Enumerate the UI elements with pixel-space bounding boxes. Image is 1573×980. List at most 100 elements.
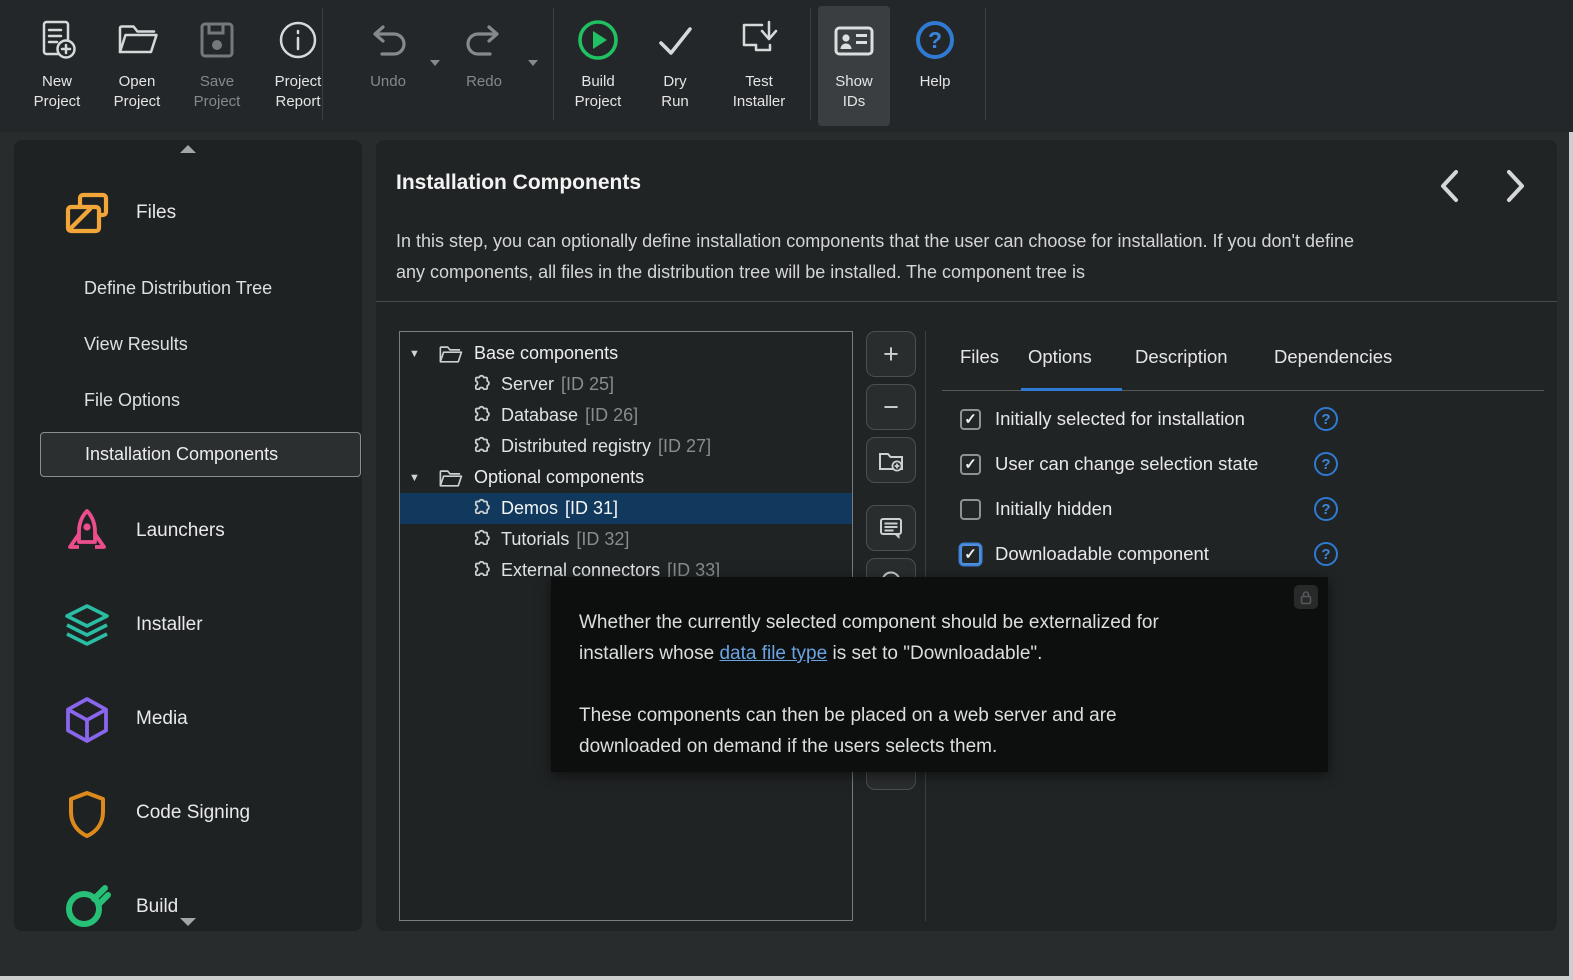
tree-item-label: Database <box>501 405 578 426</box>
downloadable-component-checkbox[interactable]: ✓ <box>960 544 981 565</box>
tree-item-label: Optional components <box>474 467 644 488</box>
comment-icon <box>877 515 905 541</box>
new-project-button[interactable]: New Project <box>19 6 95 126</box>
save-floppy-icon <box>195 12 239 68</box>
save-project-button[interactable]: Save Project <box>179 6 255 126</box>
help-question-icon[interactable]: ? <box>1314 452 1338 476</box>
step-description: In this step, you can optionally define … <box>396 226 1371 288</box>
redo-button[interactable]: Redo <box>446 6 522 126</box>
data-file-type-link[interactable]: data file type <box>719 643 827 664</box>
sidebar-item-file-options[interactable]: File Options <box>84 390 180 411</box>
show-ids-toggle-button[interactable]: Show IDs <box>818 6 890 126</box>
help-icon: ? <box>916 21 954 59</box>
test-installer-label: Test Installer <box>733 72 786 112</box>
sidebar-media-label: Media <box>136 708 188 730</box>
navigation-sidebar: Files Define Distribution Tree View Resu… <box>14 140 362 931</box>
undo-dropdown-arrow[interactable] <box>430 60 440 66</box>
initially-hidden-checkbox[interactable] <box>960 499 981 520</box>
new-project-label: New Project <box>34 72 81 112</box>
comment-button[interactable] <box>866 505 916 551</box>
sidebar-scroll-down-icon[interactable] <box>180 918 196 926</box>
help-question-icon[interactable]: ? <box>1314 497 1338 521</box>
new-project-icon <box>35 12 79 68</box>
tree-folder-optional-components[interactable]: ▼ Optional components <box>400 462 852 493</box>
puzzle-icon <box>468 497 492 521</box>
tree-component-tutorials[interactable]: Tutorials [ID 32] <box>400 524 852 555</box>
checkmark-icon <box>652 12 698 68</box>
shield-icon <box>61 788 113 840</box>
sidebar-scroll-up-icon[interactable] <box>180 145 196 153</box>
tooltip-line3: These components can then be placed on a… <box>579 700 1304 731</box>
help-label: Help <box>920 72 951 92</box>
sidebar-installer-label: Installer <box>136 614 203 636</box>
expand-toggle-icon[interactable]: ▼ <box>409 348 424 360</box>
monitor-download-icon <box>736 12 782 68</box>
sidebar-code-signing-label: Code Signing <box>136 802 250 824</box>
tree-item-label: Server <box>501 374 554 395</box>
tree-item-id: [ID 26] <box>585 405 638 426</box>
add-folder-button[interactable] <box>866 437 916 483</box>
active-tab-underline <box>1021 388 1122 391</box>
next-step-button[interactable] <box>1500 165 1532 207</box>
user-can-change-checkbox[interactable]: ✓ <box>960 454 981 475</box>
header-divider <box>376 301 1557 302</box>
sidebar-item-installation-components-selected[interactable]: Installation Components <box>40 432 361 477</box>
sidebar-build-label: Build <box>136 896 178 918</box>
expand-toggle-icon[interactable]: ▼ <box>409 472 424 484</box>
option-downloadable-component: ✓ Downloadable component ? <box>960 539 1360 569</box>
add-component-button[interactable]: + <box>866 331 916 377</box>
sidebar-files-label: Files <box>136 202 176 224</box>
previous-step-button[interactable] <box>1433 165 1465 207</box>
tree-component-server[interactable]: Server [ID 25] <box>400 369 852 400</box>
open-project-button[interactable]: Open Project <box>99 6 175 126</box>
option-user-can-change: ✓ User can change selection state ? <box>960 449 1360 479</box>
help-question-icon[interactable]: ? <box>1314 542 1338 566</box>
initially-selected-checkbox[interactable]: ✓ <box>960 409 981 430</box>
tooltip-line1: Whether the currently selected component… <box>579 612 1159 633</box>
option-initially-hidden: Initially hidden ? <box>960 494 1360 524</box>
sidebar-item-view-results[interactable]: View Results <box>84 334 188 355</box>
puzzle-icon <box>468 559 492 583</box>
help-button[interactable]: ? Help <box>897 6 973 126</box>
checkbox-label: Downloadable component <box>995 543 1209 565</box>
rocket-icon <box>61 506 113 558</box>
window-edge-right <box>1569 132 1573 980</box>
puzzle-icon <box>468 528 492 552</box>
dry-run-button[interactable]: Dry Run <box>639 6 711 126</box>
project-report-button[interactable]: Project Report <box>259 6 337 126</box>
undo-label: Undo <box>370 72 406 92</box>
tree-folder-base-components[interactable]: ▼ Base components <box>400 338 852 369</box>
help-question-icon[interactable]: ? <box>1314 407 1338 431</box>
redo-dropdown-arrow[interactable] <box>528 60 538 66</box>
lock-icon <box>1299 590 1313 605</box>
build-project-button[interactable]: Build Project <box>560 6 636 126</box>
project-report-label: Project Report <box>275 72 322 112</box>
test-installer-button[interactable]: Test Installer <box>713 6 805 126</box>
remove-component-button[interactable]: − <box>866 384 916 430</box>
toolbar-separator <box>322 8 323 120</box>
tooltip-line2-before: installers whose <box>579 643 719 664</box>
tree-item-id: [ID 31] <box>565 498 618 519</box>
show-ids-label: Show IDs <box>835 72 873 112</box>
tree-item-id: [ID 27] <box>658 436 711 457</box>
tooltip-line2-after: is set to "Downloadable". <box>827 643 1042 664</box>
tab-description[interactable]: Description <box>1135 346 1228 368</box>
page-title: Installation Components <box>396 171 641 195</box>
main-toolbar: New Project Open Project Save Project <box>0 0 1573 132</box>
tree-component-demos-selected[interactable]: Demos [ID 31] <box>400 493 852 524</box>
tree-component-database[interactable]: Database [ID 26] <box>400 400 852 431</box>
id-card-icon <box>831 12 877 68</box>
puzzle-icon <box>468 373 492 397</box>
undo-button[interactable]: Undo <box>350 6 426 126</box>
tree-component-distributed-registry[interactable]: Distributed registry [ID 27] <box>400 431 852 462</box>
tree-item-label: Tutorials <box>501 529 569 550</box>
pin-tooltip-button[interactable] <box>1294 585 1318 609</box>
tab-files[interactable]: Files <box>960 346 999 368</box>
tooltip-paragraph-1: Whether the currently selected component… <box>579 607 1304 669</box>
folder-plus-icon <box>877 447 905 473</box>
sidebar-launchers-label: Launchers <box>136 520 225 542</box>
sidebar-item-define-distribution-tree[interactable]: Define Distribution Tree <box>84 278 272 299</box>
tab-options-active[interactable]: Options <box>1028 346 1092 368</box>
tab-dependencies[interactable]: Dependencies <box>1274 346 1392 368</box>
redo-icon <box>460 12 508 68</box>
